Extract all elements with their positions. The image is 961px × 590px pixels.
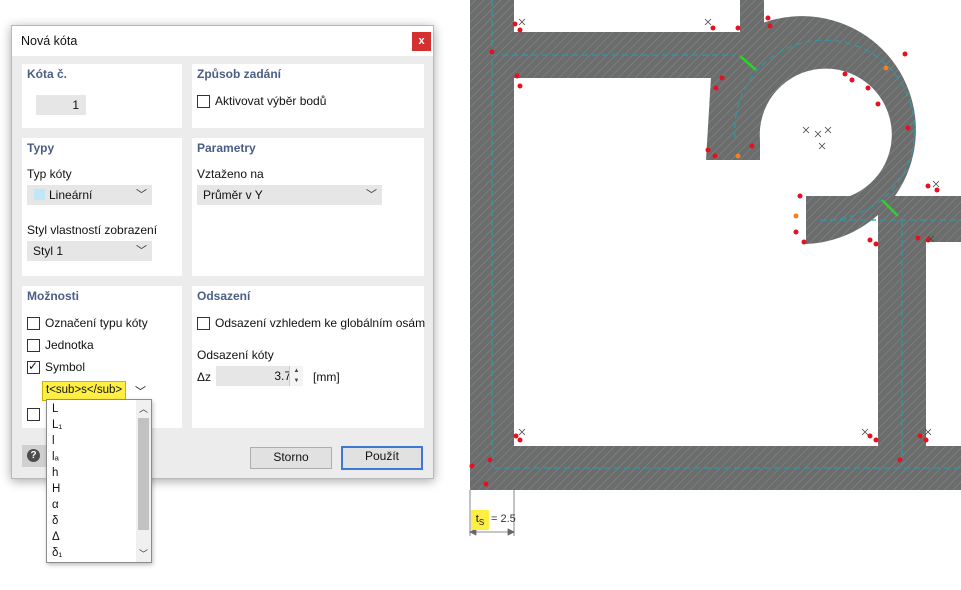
symbol-value: t<sub>s</sub> xyxy=(42,381,127,401)
dropdown-item[interactable]: Δ xyxy=(52,531,60,543)
symbol-label: Symbol xyxy=(45,360,86,374)
delta-z-label: Δz xyxy=(197,370,212,384)
activate-point-selection-checkbox[interactable] xyxy=(197,95,210,108)
dropdown-item[interactable]: L₁ xyxy=(52,419,62,431)
type-designation-checkbox[interactable] xyxy=(27,317,40,330)
dimension-value: = 2.5 xyxy=(491,513,516,525)
apply-button[interactable]: Použít xyxy=(341,446,423,470)
related-to-value: Průměr v Y xyxy=(203,188,263,202)
dimension-number-field[interactable]: 1 xyxy=(36,95,86,115)
dropdown-item[interactable]: lₐ xyxy=(52,451,59,463)
chevron-down-icon: ﹀ xyxy=(136,245,147,257)
help-button[interactable]: ? xyxy=(22,445,46,467)
dropdown-scrollbar[interactable]: ︿ ﹀ xyxy=(136,400,151,562)
type-designation-label: Označení typu kóty xyxy=(45,316,148,330)
dimension-type-select[interactable]: Lineární ﹀ xyxy=(27,185,152,205)
scroll-up-icon[interactable]: ︿ xyxy=(139,402,148,415)
dimension-type-color-swatch xyxy=(34,189,45,200)
types-panel: Typy Typ kóty Lineární ﹀ Styl vlastností… xyxy=(22,138,182,276)
hidden-option-checkbox[interactable] xyxy=(27,408,40,421)
display-style-select[interactable]: Styl 1 ﹀ xyxy=(27,241,152,261)
close-button[interactable]: x xyxy=(412,32,431,51)
dropdown-item[interactable]: δ xyxy=(52,515,58,527)
global-axes-offset-checkbox[interactable] xyxy=(197,317,210,330)
dropdown-item[interactable]: L xyxy=(52,403,58,415)
dimension-symbol-label: tS xyxy=(471,510,489,530)
dropdown-item[interactable]: H xyxy=(52,483,60,495)
input-method-header: Způsob zadání xyxy=(197,67,281,81)
display-style-value: Styl 1 xyxy=(33,244,64,258)
input-method-panel: Způsob zadání Aktivovat výběr bodů xyxy=(192,64,424,128)
chevron-down-icon: ﹀ xyxy=(136,189,147,201)
dimension-type-value: Lineární xyxy=(49,188,93,202)
dimension-number-value: 1 xyxy=(72,98,79,112)
global-axes-offset-label: Odsazení vzhledem ke globálním osám xyxy=(215,316,426,330)
section-points xyxy=(469,15,940,487)
cancel-button[interactable]: Storno xyxy=(250,447,332,469)
dropdown-item[interactable]: α xyxy=(52,499,59,511)
options-header: Možnosti xyxy=(27,289,79,303)
offset-panel: Odsazení Odsazení vzhledem ke globálním … xyxy=(192,286,426,428)
dropdown-item[interactable]: δ₁ xyxy=(52,547,62,559)
offset-spinner[interactable]: ▲ ▼ xyxy=(289,366,303,386)
dimension-type-label: Typ kóty xyxy=(27,167,72,181)
parameters-panel: Parametry Vztaženo na Průměr v Y ﹀ xyxy=(192,138,424,276)
related-to-label: Vztaženo na xyxy=(197,167,264,181)
offset-header: Odsazení xyxy=(197,289,251,303)
symbol-select[interactable]: t<sub>s</sub> ﹀ xyxy=(42,381,152,401)
offset-unit: [mm] xyxy=(313,370,340,384)
chevron-down-icon: ﹀ xyxy=(135,386,146,398)
dimension-number-header: Kóta č. xyxy=(27,67,68,81)
display-style-label: Styl vlastností zobrazení xyxy=(27,223,158,237)
dialog-titlebar[interactable]: Nová kóta x xyxy=(12,26,433,56)
related-to-select[interactable]: Průměr v Y ﹀ xyxy=(197,185,382,205)
unit-checkbox[interactable] xyxy=(27,339,40,352)
symbol-checkbox[interactable] xyxy=(27,359,40,374)
symbol-dropdown-list[interactable]: L L₁ l lₐ h H α δ Δ δ₁ ︿ ﹀ xyxy=(46,399,152,563)
parameters-header: Parametry xyxy=(197,141,256,155)
dropdown-item[interactable]: l xyxy=(52,435,55,447)
section-walls xyxy=(470,0,961,490)
activate-point-selection-label: Aktivovat výběr bodů xyxy=(215,94,327,108)
types-header: Typy xyxy=(27,141,55,155)
dropdown-item[interactable]: h xyxy=(52,467,58,479)
help-icon: ? xyxy=(27,449,40,462)
dialog-title: Nová kóta xyxy=(21,34,78,48)
chevron-down-icon: ﹀ xyxy=(366,189,377,201)
dimension-offset-label: Odsazení kóty xyxy=(197,348,274,362)
dimension-number-panel: Kóta č. 1 xyxy=(22,64,182,128)
scroll-down-icon[interactable]: ﹀ xyxy=(139,547,148,560)
unit-label: Jednotka xyxy=(45,338,94,352)
scrollbar-thumb[interactable] xyxy=(138,418,149,530)
